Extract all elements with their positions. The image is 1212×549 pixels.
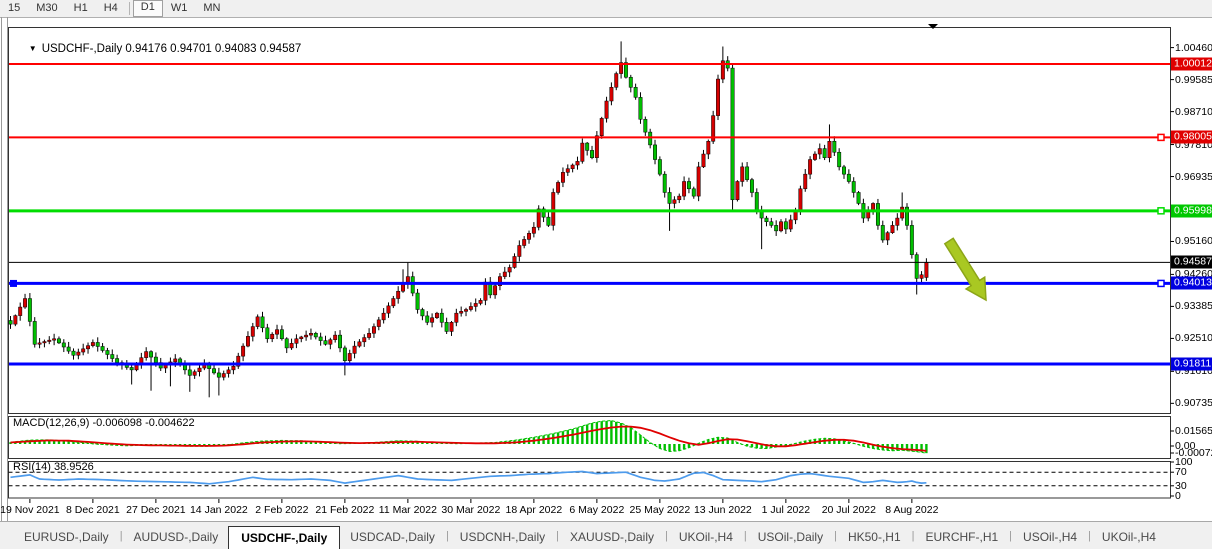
symbol-tab-usdcad-daily[interactable]: USDCAD-,Daily <box>340 526 445 549</box>
symbol-tab-usoil-daily[interactable]: USOil-,Daily <box>748 526 833 549</box>
chevron-down-icon[interactable]: ▼ <box>29 44 37 53</box>
date-axis-label: 8 Dec 2021 <box>66 504 120 516</box>
date-axis-label: 2 Feb 2022 <box>255 504 308 516</box>
date-axis-label: 21 Feb 2022 <box>315 504 374 516</box>
price-level-badge: 0.95998 <box>1171 204 1212 217</box>
price-level-badge: 0.91811 <box>1171 357 1212 370</box>
price-level-badge: 1.00012 <box>1171 57 1212 70</box>
price-axis-tick: 0.90735 <box>1175 397 1212 409</box>
rsi-indicator <box>9 472 1171 486</box>
down-arrow-annotation[interactable] <box>945 238 986 300</box>
date-axis-label: 27 Dec 2021 <box>126 504 186 516</box>
chart-symbol-label: USDCHF-,Daily <box>42 43 123 55</box>
symbol-tab-usdcnh-daily[interactable]: USDCNH-,Daily <box>450 526 555 549</box>
symbol-tab-eurusd-daily[interactable]: EURUSD-,Daily <box>14 526 119 549</box>
end-marker-icon <box>928 24 938 29</box>
date-axis-label: 18 Apr 2022 <box>506 504 563 516</box>
price-axis-tick: 0.99585 <box>1175 74 1212 86</box>
date-axis-label: 30 Mar 2022 <box>441 504 500 516</box>
price-axis-tick: 1.00460 <box>1175 42 1212 54</box>
symbol-tab-audusd-daily[interactable]: AUDUSD-,Daily <box>124 526 229 549</box>
date-axis-label: 6 May 2022 <box>569 504 624 516</box>
price-axis-tick: 0.98710 <box>1175 106 1212 118</box>
price-level-badge: 0.94013 <box>1171 277 1212 290</box>
symbol-tab-ukoil-h4[interactable]: UKOil-,H4 <box>1092 526 1166 549</box>
chart-title: ▼ USDCHF-,Daily 0.94176 0.94701 0.94083 0… <box>16 31 301 67</box>
price-axis-tick: 0.95160 <box>1175 235 1212 247</box>
symbol-tab-usoil-h4[interactable]: USOil-,H4 <box>1013 526 1087 549</box>
symbol-tab-usdchf-daily[interactable]: USDCHF-,Daily <box>228 526 340 549</box>
symbol-tab-xauusd-daily[interactable]: XAUUSD-,Daily <box>560 526 664 549</box>
symbol-tab-ukoil-h4[interactable]: UKOil-,H4 <box>669 526 743 549</box>
symbol-tab-hk50-h1[interactable]: HK50-,H1 <box>838 526 911 549</box>
chart-canvas[interactable] <box>0 0 1212 549</box>
date-axis-label: 11 Mar 2022 <box>379 504 437 516</box>
date-axis-label: 8 Aug 2022 <box>885 504 938 516</box>
macd-label: MACD(12,26,9) -0.006098 -0.004622 <box>13 417 195 429</box>
rsi-label: RSI(14) 38.9526 <box>13 461 94 473</box>
price-axis-tick: 0.96935 <box>1175 171 1212 183</box>
price-level-badge: 0.94587 <box>1171 256 1212 269</box>
symbol-tabs-bar: EURUSD-,Daily|AUDUSD-,DailyUSDCHF-,Daily… <box>0 521 1212 549</box>
date-axis-label: 13 Jun 2022 <box>694 504 752 516</box>
macd-axis-tick: 0.015654 <box>1175 425 1212 437</box>
date-axis-label: 14 Jan 2022 <box>190 504 248 516</box>
date-axis-label: 19 Nov 2021 <box>0 504 60 516</box>
price-axis-tick: 0.93385 <box>1175 300 1212 312</box>
chart-ohlc-values: 0.94176 0.94701 0.94083 0.94587 <box>125 43 301 55</box>
price-level-badge: 0.98005 <box>1171 131 1212 144</box>
price-axis-tick: 0.92510 <box>1175 332 1212 344</box>
date-axis-label: 25 May 2022 <box>630 504 691 516</box>
level-lines[interactable] <box>9 64 1170 364</box>
date-axis-label: 20 Jul 2022 <box>822 504 876 516</box>
rsi-axis-tick: 70 <box>1175 466 1187 478</box>
terminal-window: 15M30H1H4D1W1MN ▼USDCHF-,Daily 0.94176 0… <box>0 0 1212 549</box>
symbol-tab-eurchf-h1[interactable]: EURCHF-,H1 <box>916 526 1009 549</box>
candlestick-series <box>9 41 928 397</box>
rsi-axis-tick: 0 <box>1175 490 1181 502</box>
date-axis-label: 1 Jul 2022 <box>762 504 810 516</box>
